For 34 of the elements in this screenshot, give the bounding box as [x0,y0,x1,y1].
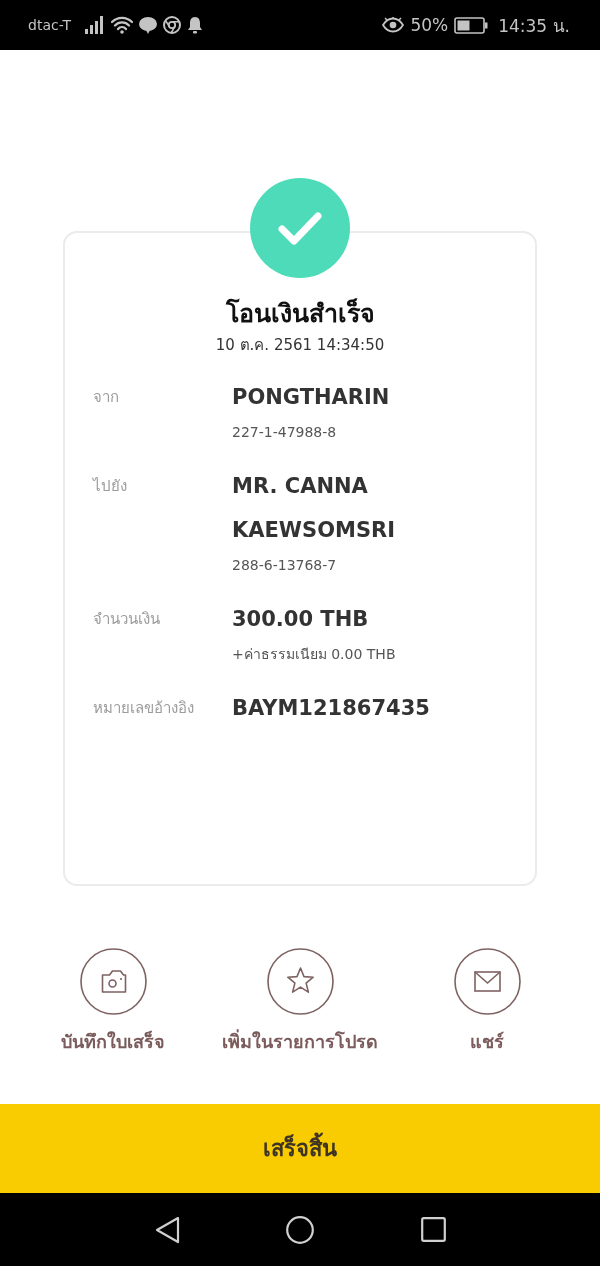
aperture-icon [163,16,181,34]
bell-icon [187,16,203,34]
back-icon[interactable] [154,1215,180,1244]
carrier-name: dtac-T [28,17,71,33]
battery-icon [454,16,489,34]
checkmark-icon [250,178,350,278]
field-detail: 288-6-13768-7 [232,556,337,575]
field-detail: 227-1-47988-8 [232,423,337,442]
field-label: จำนวนเงิน [93,609,161,630]
receipt-title: โอนเงินสำเร็จ [224,297,376,330]
transfer-datetime: 10 ต.ค. 2561 14:34:50 [214,335,386,356]
field-value: BAYM121867435 [232,695,430,722]
eye-icon [382,17,405,33]
clock: 14:35 น. [498,14,570,38]
action-button[interactable]: แชร์ [453,948,521,1055]
done-button[interactable]: เสร็จสิ้น [0,1104,600,1193]
camera-icon [79,948,147,1015]
field-detail: +ค่าธรรมเนียม 0.00 THB [232,645,396,664]
field-value: MR. CANNA [232,473,368,500]
envelope-icon [453,948,521,1015]
field-label: ไปยัง [93,476,128,497]
field-label: จาก [93,387,120,408]
field-value: PONGTHARIN [232,384,390,411]
action-button[interactable]: เพิ่มในรายการโปรด [222,948,378,1055]
battery-percent: 50% [410,15,449,35]
wifi-icon [111,16,133,34]
chat-bubble-icon [139,16,157,34]
action-button[interactable]: บันทึกใบเสร็จ [61,948,165,1055]
home-icon[interactable] [286,1215,314,1244]
signal-icon [85,16,105,34]
recent-apps-icon[interactable] [420,1217,446,1242]
field-value: KAEWSOMSRI [232,517,396,544]
field-value: 300.00 THB [232,606,369,633]
field-label: หมายเลขอ้างอิง [93,698,195,719]
